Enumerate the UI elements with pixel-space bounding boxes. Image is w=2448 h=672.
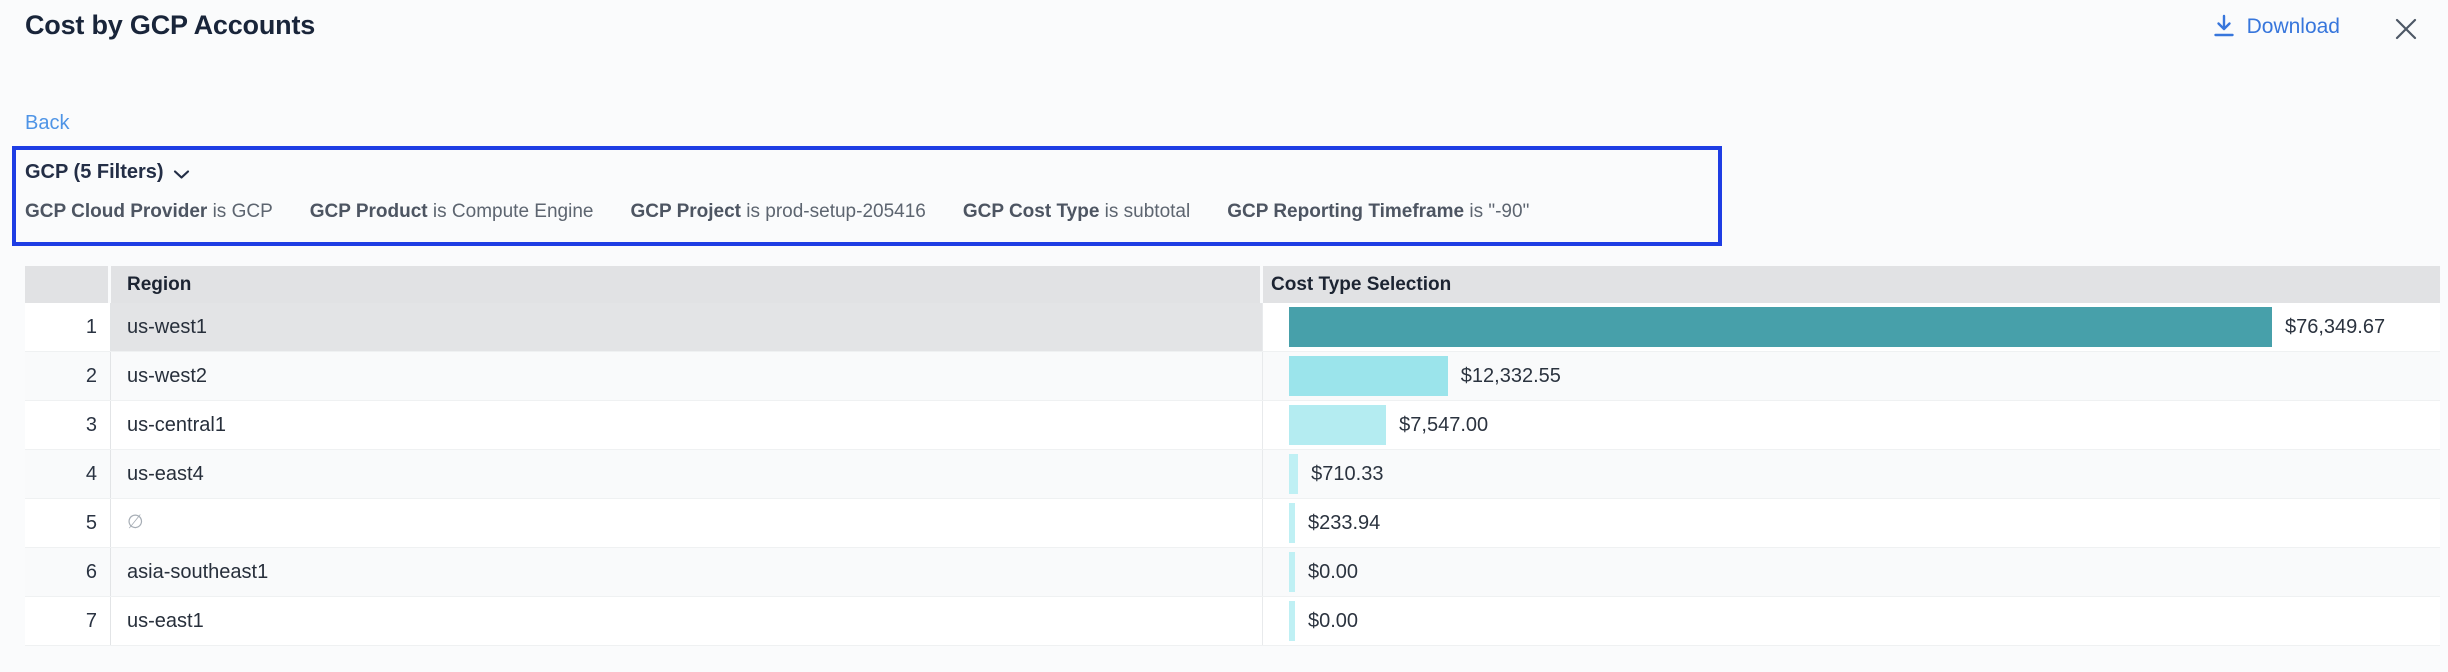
cost-value: $7,547.00 — [1399, 414, 1488, 437]
cost-value: $233.94 — [1308, 512, 1380, 535]
cost-cell[interactable]: $0.00 — [1263, 597, 2440, 645]
region-column-header[interactable]: Region — [111, 266, 1263, 303]
cost-value: $0.00 — [1308, 610, 1358, 633]
download-button[interactable]: Download — [2212, 14, 2340, 40]
filter-name: GCP Cost Type — [963, 201, 1100, 222]
cost-cell[interactable]: $233.94 — [1263, 499, 2440, 547]
cost-value: $0.00 — [1308, 561, 1358, 584]
cost-cell[interactable]: $7,547.00 — [1263, 401, 2440, 449]
close-icon — [2393, 16, 2419, 42]
filter-item-2[interactable]: GCP Product is Compute Engine — [310, 201, 594, 223]
filter-name: GCP Cloud Provider — [25, 201, 207, 222]
filter-name: GCP Product — [310, 201, 428, 222]
filter-summary-dropdown[interactable]: GCP (5 Filters) — [25, 161, 190, 184]
cost-bar — [1289, 307, 2272, 347]
table-row[interactable]: 2us-west2 $12,332.55 — [25, 352, 2440, 401]
row-number: 5 — [25, 499, 111, 547]
row-number: 1 — [25, 303, 111, 351]
filter-condition: is prod-setup-205416 — [741, 201, 926, 222]
cost-bar — [1289, 601, 1295, 641]
cost-cell[interactable]: $710.33 — [1263, 450, 2440, 498]
cost-table: Region Cost Type Selection 1us-west1 $76,… — [25, 266, 2440, 646]
cost-cell[interactable]: $0.00 — [1263, 548, 2440, 596]
row-number: 3 — [25, 401, 111, 449]
cost-value: $12,332.55 — [1461, 365, 1561, 388]
cost-bar — [1289, 454, 1298, 494]
cost-value: $710.33 — [1311, 463, 1383, 486]
region-cell[interactable]: us-east1 — [111, 597, 1263, 645]
filter-condition: is subtotal — [1099, 201, 1190, 222]
back-link[interactable]: Back — [25, 112, 69, 135]
filter-item-1[interactable]: GCP Cloud Provider is GCP — [25, 201, 273, 223]
region-cell[interactable]: asia-southeast1 — [111, 548, 1263, 596]
region-cell[interactable]: us-west2 — [111, 352, 1263, 400]
filter-item-3[interactable]: GCP Project is prod-setup-205416 — [630, 201, 925, 223]
filter-name: GCP Reporting Timeframe — [1227, 201, 1464, 222]
cost-type-selection-column-header[interactable]: Cost Type Selection — [1263, 266, 2440, 303]
cost-value: $76,349.67 — [2285, 316, 2385, 339]
filter-name: GCP Project — [630, 201, 741, 222]
table-row[interactable]: 5∅ $233.94 — [25, 499, 2440, 548]
table-row[interactable]: 1us-west1 $76,349.67 — [25, 303, 2440, 352]
row-number: 7 — [25, 597, 111, 645]
download-label: Download — [2247, 15, 2340, 39]
row-number-column-header — [25, 266, 111, 303]
download-icon — [2212, 14, 2236, 40]
filter-summary-label: GCP (5 Filters) — [25, 161, 164, 184]
table-row[interactable]: 7us-east1 $0.00 — [25, 597, 2440, 646]
row-number: 4 — [25, 450, 111, 498]
cost-bar — [1289, 503, 1295, 543]
region-cell[interactable]: us-west1 — [111, 303, 1263, 351]
cost-bar — [1289, 552, 1295, 592]
filter-item-4[interactable]: GCP Cost Type is subtotal — [963, 201, 1190, 223]
region-cell[interactable]: us-central1 — [111, 401, 1263, 449]
region-cell[interactable]: us-east4 — [111, 450, 1263, 498]
cost-bar — [1289, 356, 1448, 396]
table-body: 1us-west1$76,349.672us-west2$12,332.553u… — [25, 303, 2440, 646]
row-number: 6 — [25, 548, 111, 596]
table-row[interactable]: 6asia-southeast1 $0.00 — [25, 548, 2440, 597]
cost-bar — [1289, 405, 1386, 445]
filter-list: GCP Cloud Provider is GCP GCP Product is … — [25, 201, 1698, 223]
cost-cell[interactable]: $12,332.55 — [1263, 352, 2440, 400]
close-button[interactable] — [2390, 13, 2422, 45]
row-number: 2 — [25, 352, 111, 400]
page-title: Cost by GCP Accounts — [25, 10, 315, 41]
filter-condition: is "-90" — [1464, 201, 1529, 222]
table-header: Region Cost Type Selection — [25, 266, 2440, 303]
filter-box: GCP (5 Filters) GCP Cloud Provider is GC… — [12, 146, 1722, 246]
filter-condition: is GCP — [207, 201, 272, 222]
chevron-down-icon — [173, 169, 190, 180]
cost-cell[interactable]: $76,349.67 — [1263, 303, 2440, 351]
table-row[interactable]: 4us-east4 $710.33 — [25, 450, 2440, 499]
filter-item-5[interactable]: GCP Reporting Timeframe is "-90" — [1227, 201, 1529, 223]
filter-condition: is Compute Engine — [428, 201, 594, 222]
region-cell[interactable]: ∅ — [111, 499, 1263, 547]
table-row[interactable]: 3us-central1 $7,547.00 — [25, 401, 2440, 450]
